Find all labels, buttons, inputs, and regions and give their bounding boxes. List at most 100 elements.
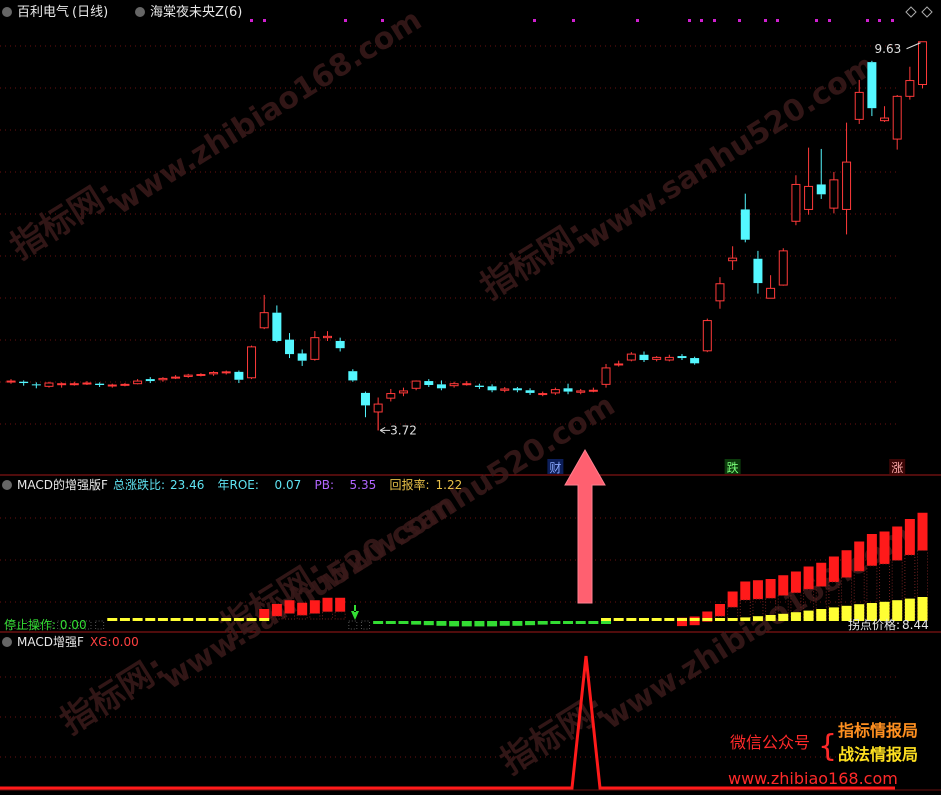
red-bar bbox=[854, 541, 865, 572]
stat-value: 0.07 bbox=[275, 478, 302, 492]
chart-canvas: 指标网:www.zhibiao168.com指标网:www.sanhu520.c… bbox=[0, 0, 941, 795]
yellow-bar bbox=[246, 618, 257, 621]
candle-body bbox=[677, 356, 687, 359]
signal-dot bbox=[636, 19, 639, 22]
candle-body bbox=[588, 389, 598, 392]
green-bar bbox=[385, 621, 396, 624]
signal-dot bbox=[533, 19, 536, 22]
candle-body bbox=[424, 381, 434, 386]
candle-body bbox=[740, 209, 750, 240]
status-text: 停止操作: 0.00 bbox=[4, 617, 87, 632]
collapse-icon[interactable] bbox=[2, 7, 12, 17]
yellow-bar bbox=[727, 618, 738, 621]
candle-body bbox=[753, 258, 763, 284]
yellow-bar bbox=[816, 609, 827, 621]
yellow-bar bbox=[157, 618, 168, 621]
candle-body bbox=[44, 382, 54, 387]
candle bbox=[247, 345, 257, 380]
red-bar bbox=[841, 550, 852, 578]
stat-value: 5.35 bbox=[350, 478, 377, 492]
green-bar bbox=[411, 621, 422, 625]
marker-1: 跌 bbox=[727, 460, 739, 475]
candle-body bbox=[462, 383, 472, 386]
red-bar bbox=[309, 600, 320, 614]
candle-body bbox=[209, 372, 219, 375]
marker-0: 财 bbox=[549, 461, 561, 475]
yellow-bar bbox=[702, 618, 713, 621]
candle bbox=[778, 248, 788, 286]
marker-2: 涨 bbox=[891, 460, 903, 475]
red-bar bbox=[866, 534, 877, 566]
footer-url: www.zhibiao168.com bbox=[728, 769, 898, 788]
candle-body bbox=[31, 384, 41, 386]
red-bar bbox=[740, 581, 751, 600]
indicator-title: 海棠夜未央Z(6) bbox=[150, 5, 242, 20]
yellow-bar bbox=[183, 618, 194, 621]
candle bbox=[867, 60, 877, 117]
candle-body bbox=[323, 335, 332, 339]
green-bar bbox=[487, 621, 498, 627]
stat-label: 回报率: bbox=[390, 477, 430, 492]
candle-body bbox=[652, 356, 662, 360]
candle-body bbox=[842, 161, 852, 210]
collapse-icon[interactable] bbox=[2, 637, 12, 647]
candle-body bbox=[183, 374, 193, 377]
yellow-bar bbox=[689, 618, 700, 621]
collapse-icon[interactable] bbox=[2, 480, 12, 490]
collapse-icon[interactable] bbox=[135, 7, 145, 17]
candle-body bbox=[829, 179, 839, 209]
candle-body bbox=[373, 403, 383, 413]
high-price-label: 9.63 bbox=[875, 42, 902, 56]
yellow-bar bbox=[676, 618, 687, 621]
red-bar bbox=[765, 579, 776, 599]
yellow-bar bbox=[208, 618, 219, 621]
xg-label: XG: bbox=[90, 635, 112, 649]
green-bar bbox=[601, 621, 612, 624]
candle-body bbox=[259, 312, 269, 329]
candle-body bbox=[791, 183, 801, 222]
candle-body bbox=[766, 287, 776, 299]
yellow-bar bbox=[170, 618, 181, 621]
green-bar bbox=[436, 621, 447, 626]
red-bar bbox=[879, 531, 890, 564]
candle-body bbox=[816, 184, 826, 195]
turning-price-value: 8.44 bbox=[902, 618, 929, 632]
yellow-bar bbox=[132, 618, 143, 621]
candle bbox=[918, 41, 928, 89]
candle bbox=[702, 318, 712, 353]
signal-dot bbox=[776, 19, 779, 22]
candle-body bbox=[905, 80, 915, 97]
green-bar bbox=[474, 621, 485, 627]
candle-body bbox=[247, 346, 257, 379]
green-bar bbox=[398, 621, 409, 624]
yellow-bar bbox=[752, 616, 763, 621]
signal-dot bbox=[764, 19, 767, 22]
red-bar bbox=[714, 604, 725, 617]
signal-dot bbox=[815, 19, 818, 22]
red-bar bbox=[271, 604, 282, 617]
candle-body bbox=[639, 354, 649, 361]
candle-body bbox=[715, 283, 725, 302]
signal-dot bbox=[572, 19, 575, 22]
yellow-bar bbox=[119, 618, 130, 621]
period-label: (日线) bbox=[72, 5, 108, 20]
red-bar bbox=[816, 562, 827, 587]
candle-body bbox=[664, 356, 674, 361]
yellow-bar bbox=[107, 618, 118, 621]
candle-body bbox=[690, 358, 700, 364]
red-bar bbox=[803, 566, 814, 590]
candle-body bbox=[880, 117, 890, 122]
signal-dot bbox=[878, 19, 881, 22]
yellow-bar bbox=[639, 618, 649, 621]
candle-body bbox=[158, 377, 168, 381]
footer-line2: 战法情报局 bbox=[838, 745, 918, 764]
yellow-bar bbox=[765, 615, 776, 621]
yellow-bar bbox=[221, 618, 232, 621]
green-bar bbox=[373, 621, 384, 624]
yellow-bar bbox=[651, 618, 662, 621]
candle-body bbox=[512, 388, 522, 391]
stock-name: 百利电气 bbox=[17, 4, 69, 20]
signal-dot bbox=[263, 19, 266, 22]
candle-body bbox=[285, 339, 295, 355]
signal-dot bbox=[866, 19, 869, 22]
